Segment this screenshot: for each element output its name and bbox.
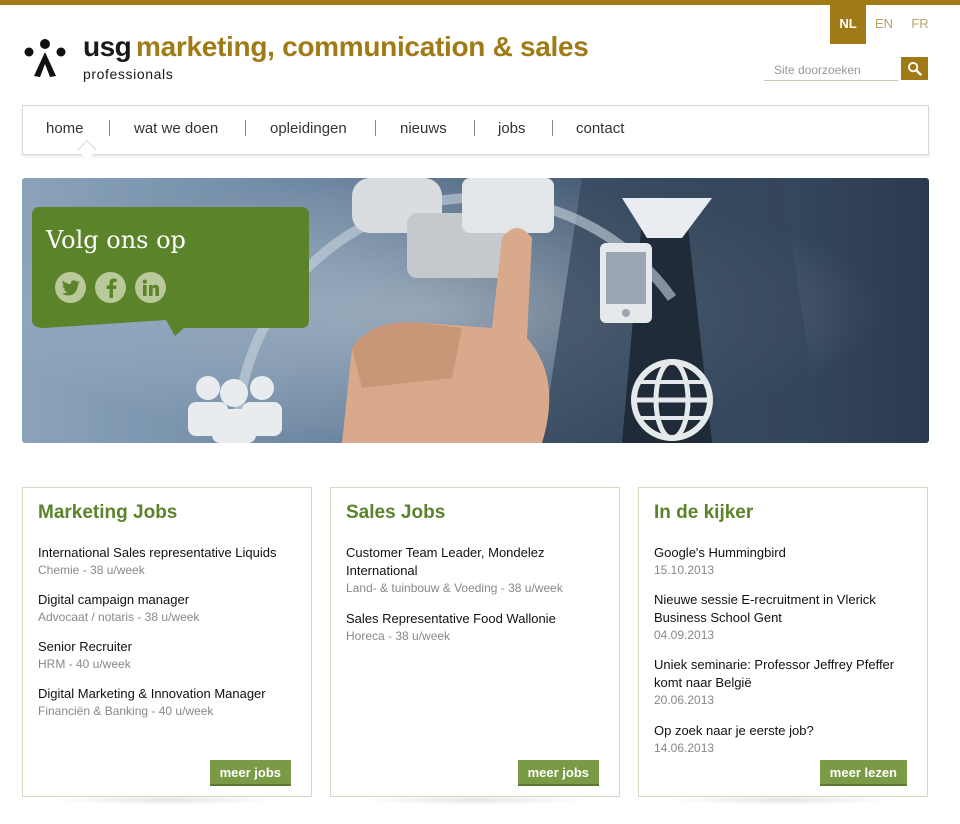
list-item[interactable]: International Sales representative Liqui… [38, 544, 303, 579]
list-item[interactable]: Digital Marketing & Innovation Manager F… [38, 685, 303, 720]
list-item[interactable]: Google's Hummingbird 15.10.2013 [654, 544, 919, 579]
news-date: 20.06.2013 [654, 693, 715, 707]
marketing-jobs-title: Marketing Jobs [38, 502, 178, 523]
spotlight-title: In de kijker [654, 502, 754, 523]
search-input[interactable] [764, 59, 898, 81]
nav-home[interactable]: home [46, 120, 84, 137]
news-date: 04.09.2013 [654, 628, 715, 642]
nav-nieuws[interactable]: nieuws [400, 120, 447, 137]
news-title[interactable]: Nieuwe sessie E-recruitment in Vlerick B… [654, 591, 919, 627]
job-title[interactable]: Senior Recruiter [38, 638, 303, 656]
more-sales-jobs-button[interactable]: meer jobs [517, 760, 599, 786]
news-title[interactable]: Google's Hummingbird [654, 544, 919, 562]
site-search [764, 57, 928, 81]
nav-divider [245, 120, 246, 136]
twitter-icon[interactable] [55, 272, 86, 303]
job-title[interactable]: Sales Representative Food Wallonie [346, 610, 611, 628]
sales-jobs-title: Sales Jobs [346, 502, 446, 523]
more-marketing-jobs-button[interactable]: meer jobs [209, 760, 291, 786]
news-title[interactable]: Op zoek naar je eerste job? [654, 722, 919, 740]
read-more-button[interactable]: meer lezen [819, 760, 907, 786]
nav-divider [375, 120, 376, 136]
list-item[interactable]: Digital campaign manager Advocaat / nota… [38, 591, 303, 626]
nav-wat-we-doen[interactable]: wat we doen [134, 120, 218, 137]
list-item[interactable]: Nieuwe sessie E-recruitment in Vlerick B… [654, 591, 919, 644]
logo-subtitle: professionals [83, 66, 174, 82]
language-switcher: NL EN FR [830, 5, 938, 44]
nav-divider [109, 120, 110, 136]
nav-opleidingen[interactable]: opleidingen [270, 120, 347, 137]
sales-jobs-box: Sales Jobs Customer Team Leader, Mondele… [330, 487, 620, 797]
lang-en[interactable]: EN [866, 5, 902, 44]
nav-contact[interactable]: contact [576, 120, 624, 137]
logo-usg-text: usg [83, 31, 132, 62]
job-meta: Land- & tuinbouw & Voeding - 38 u/week [346, 581, 563, 595]
facebook-icon[interactable] [95, 272, 126, 303]
job-meta: Advocaat / notaris - 38 u/week [38, 610, 200, 624]
active-nav-indicator [77, 140, 97, 160]
list-item[interactable]: Senior Recruiter HRM - 40 u/week [38, 638, 303, 673]
job-title[interactable]: Digital Marketing & Innovation Manager [38, 685, 303, 703]
top-accent-bar [0, 0, 960, 5]
usg-logo-icon[interactable] [24, 38, 66, 80]
search-icon [907, 61, 922, 76]
lang-nl[interactable]: NL [830, 5, 866, 44]
linkedin-icon[interactable] [135, 272, 166, 303]
logo-tagline: marketing, communication & sales [136, 31, 589, 62]
follow-us-title: Volg ons op [46, 226, 186, 254]
job-title[interactable]: International Sales representative Liqui… [38, 544, 303, 562]
list-item[interactable]: Op zoek naar je eerste job? 14.06.2013 [654, 722, 919, 757]
nav-divider [474, 120, 475, 136]
nav-divider [552, 120, 553, 136]
spotlight-box: In de kijker Google's Hummingbird 15.10.… [638, 487, 928, 797]
job-meta: Chemie - 38 u/week [38, 563, 145, 577]
job-title[interactable]: Customer Team Leader, Mondelez Internati… [346, 544, 611, 580]
main-nav: home wat we doen opleidingen nieuws jobs… [22, 105, 929, 160]
job-meta: HRM - 40 u/week [38, 657, 131, 671]
search-button[interactable] [901, 57, 928, 80]
news-date: 15.10.2013 [654, 563, 715, 577]
job-meta: Financiën & Banking - 40 u/week [38, 704, 214, 718]
news-title[interactable]: Uniek seminarie: Professor Jeffrey Pfeff… [654, 656, 919, 692]
list-item[interactable]: Sales Representative Food Wallonie Horec… [346, 610, 611, 645]
job-meta: Horeca - 38 u/week [346, 629, 451, 643]
lang-fr[interactable]: FR [902, 5, 938, 44]
marketing-jobs-box: Marketing Jobs International Sales repre… [22, 487, 312, 797]
list-item[interactable]: Uniek seminarie: Professor Jeffrey Pfeff… [654, 656, 919, 709]
news-date: 14.06.2013 [654, 741, 715, 755]
list-item[interactable]: Customer Team Leader, Mondelez Internati… [346, 544, 611, 597]
nav-jobs[interactable]: jobs [498, 120, 526, 137]
job-title[interactable]: Digital campaign manager [38, 591, 303, 609]
